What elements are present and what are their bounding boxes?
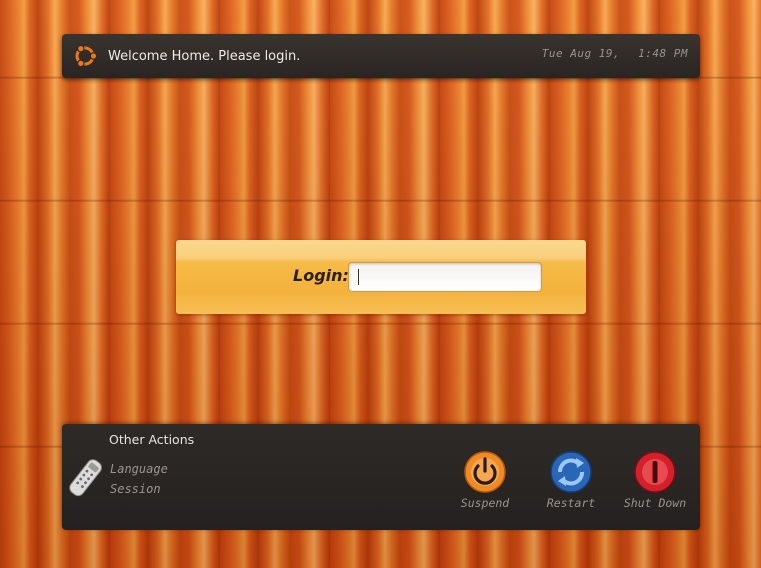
restart-button[interactable]: Restart: [536, 450, 606, 516]
shutdown-icon: [634, 451, 676, 493]
other-actions-title: Other Actions: [109, 432, 195, 447]
login-panel: Login:: [176, 240, 586, 314]
date-text: Tue Aug 19,: [541, 47, 621, 60]
suspend-button[interactable]: Suspend: [450, 450, 520, 516]
actions-bar: Other Actions Language Session Suspend R…: [62, 424, 700, 530]
language-link[interactable]: Language: [110, 462, 168, 476]
restart-icon: [550, 451, 592, 493]
session-link[interactable]: Session: [110, 482, 161, 496]
header-bar: Welcome Home. Please login. Tue Aug 19, 1…: [62, 34, 700, 78]
restart-label: Restart: [546, 496, 596, 510]
text-caret: [358, 269, 359, 285]
suspend-label: Suspend: [460, 496, 510, 510]
shutdown-button[interactable]: Shut Down: [620, 450, 690, 516]
shutdown-label: Shut Down: [623, 496, 687, 510]
remote-control-icon: [64, 456, 108, 500]
welcome-message: Welcome Home. Please login.: [108, 48, 301, 64]
time-text: 1:48 PM: [638, 47, 688, 60]
clock: Tue Aug 19, 1:48 PM: [542, 47, 688, 60]
login-input[interactable]: [348, 262, 542, 292]
ubuntu-logo-icon: [70, 41, 100, 71]
login-label: Login:: [293, 266, 349, 285]
suspend-icon: [464, 451, 506, 493]
